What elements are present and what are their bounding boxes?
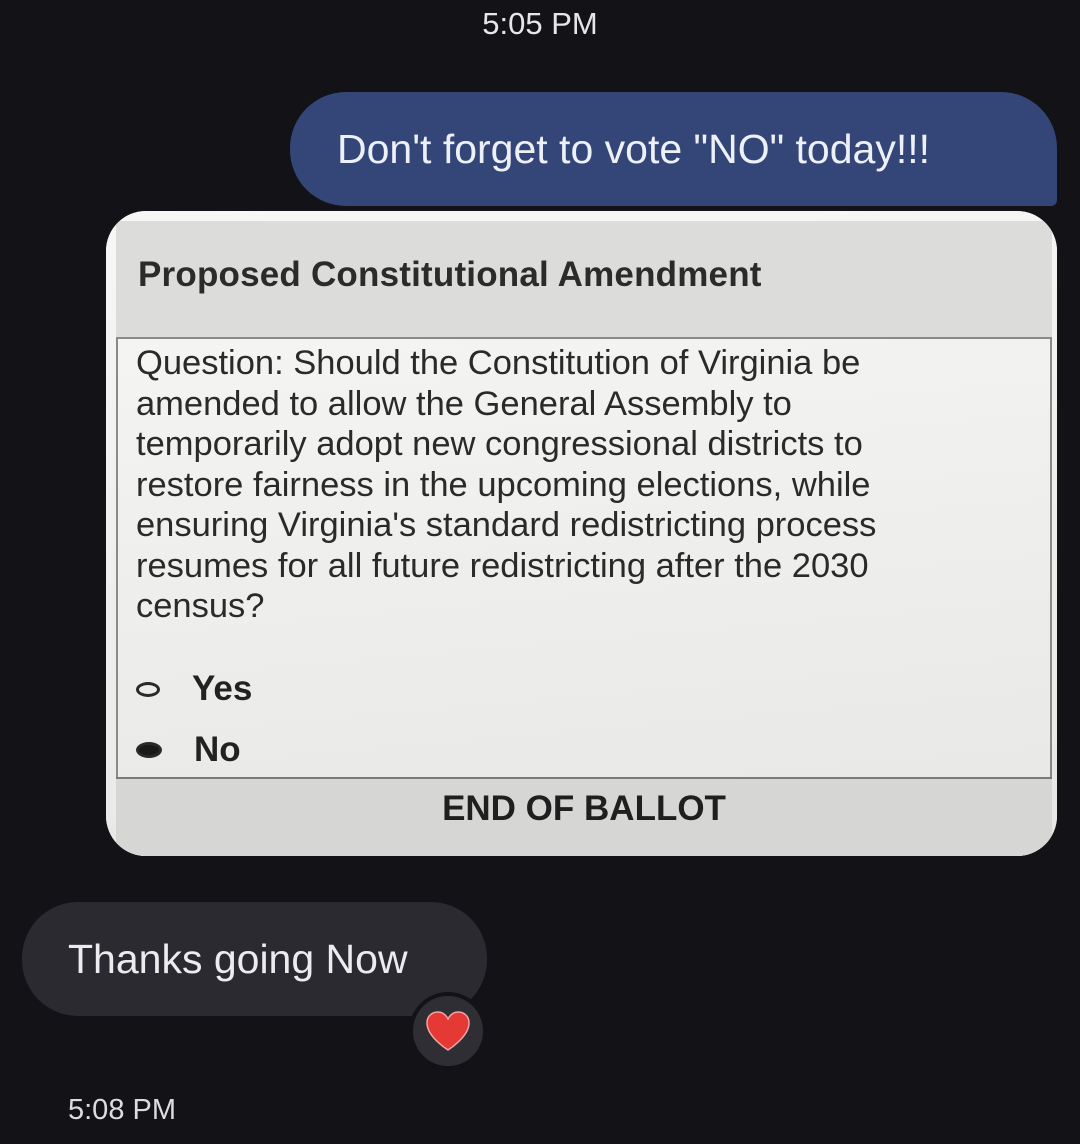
empty-oval-icon xyxy=(136,681,160,697)
ballot-title: Proposed Constitutional Amendment xyxy=(138,255,762,294)
reaction-badge[interactable] xyxy=(409,992,487,1070)
ballot-photo: Proposed Constitutional Amendment Questi… xyxy=(106,211,1057,856)
ballot-footer-text: END OF BALLOT xyxy=(442,789,726,828)
sent-message-bubble[interactable]: Don't forget to vote "NO" today!!! xyxy=(290,92,1057,206)
message-timestamp: 5:08 PM xyxy=(68,1094,176,1126)
messages-screen: 5:05 PM Don't forget to vote "NO" today!… xyxy=(0,0,1080,1144)
ballot-option-no: No xyxy=(136,730,241,770)
ballot-option-label: Yes xyxy=(192,669,253,708)
ballot-option-yes: Yes xyxy=(136,669,252,709)
ballot-option-label: No xyxy=(194,730,241,769)
message-timestamp: 5:05 PM xyxy=(482,6,598,41)
image-attachment[interactable]: Proposed Constitutional Amendment Questi… xyxy=(106,211,1057,856)
filled-oval-icon xyxy=(136,742,162,758)
heart-icon xyxy=(426,1011,470,1051)
received-message-bubble[interactable]: Thanks going Now xyxy=(22,902,487,1016)
ballot-footer: END OF BALLOT xyxy=(116,777,1052,856)
ballot-question: Question: Should the Constitution of Vir… xyxy=(136,344,877,625)
